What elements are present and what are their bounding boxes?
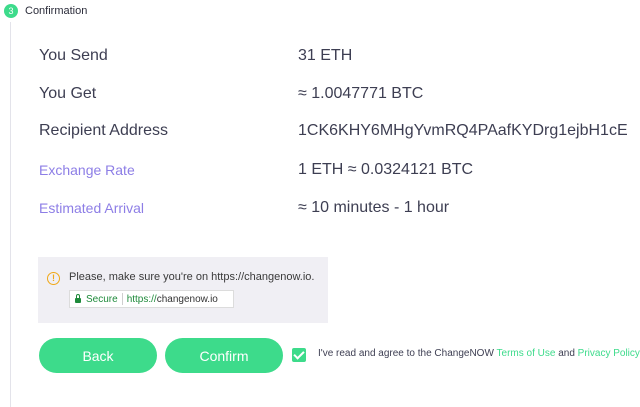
- url-host: changenow.io: [156, 293, 218, 305]
- detail-value: ≈ 10 minutes - 1 hour: [298, 199, 450, 216]
- detail-label: You Send: [39, 47, 108, 64]
- confirm-button[interactable]: Confirm: [165, 338, 283, 373]
- step-number-badge: 3: [4, 4, 18, 18]
- detail-row-recipient-address: Recipient Address 1CK6KHY6MHgYvmRQ4PAafK…: [39, 119, 639, 143]
- url-separator: [121, 293, 123, 305]
- detail-label: Estimated Arrival: [39, 200, 145, 216]
- agreement-and: and: [555, 348, 578, 359]
- secure-label: Secure: [86, 293, 118, 305]
- detail-row-you-send: You Send 31 ETH: [39, 44, 639, 68]
- detail-value: 31 ETH: [298, 47, 353, 64]
- privacy-policy-link[interactable]: Privacy Policy: [578, 348, 640, 359]
- url-bar-illustration: Secure https://changenow.io: [69, 290, 234, 308]
- agree-checkbox[interactable]: [292, 348, 306, 362]
- back-button[interactable]: Back: [39, 338, 157, 373]
- detail-label: You Get: [39, 85, 97, 102]
- agreement-text: I've read and agree to the ChangeNOW Ter…: [318, 348, 640, 359]
- step-title: Confirmation: [25, 5, 88, 17]
- detail-row-you-get: You Get ≈ 1.0047771 BTC: [39, 82, 639, 106]
- detail-value: ≈ 1.0047771 BTC: [298, 85, 424, 102]
- agreement-label: I've read and agree to the ChangeNOW: [318, 348, 497, 359]
- security-notice: ! Please, make sure you're on https://ch…: [38, 257, 328, 323]
- detail-value: 1 ETH ≈ 0.0324121 BTC: [298, 161, 474, 178]
- detail-row-exchange-rate: Exchange Rate 1 ETH ≈ 0.0324121 BTC: [39, 158, 639, 182]
- detail-label: Recipient Address: [39, 122, 168, 139]
- notice-text: Please, make sure you're on https://chan…: [69, 271, 315, 283]
- lock-icon: [75, 293, 81, 303]
- step-header: 3 Confirmation: [4, 3, 87, 19]
- step-divider-line: [10, 22, 11, 407]
- terms-of-use-link[interactable]: Terms of Use: [497, 348, 556, 359]
- warning-icon: !: [47, 272, 60, 285]
- detail-label: Exchange Rate: [39, 162, 135, 178]
- url-protocol: https://: [126, 293, 157, 305]
- detail-row-estimated-arrival: Estimated Arrival ≈ 10 minutes - 1 hour: [39, 196, 639, 220]
- detail-value: 1CK6KHY6MHgYvmRQ4PAafKYDrg1ejbH1cE: [298, 122, 628, 139]
